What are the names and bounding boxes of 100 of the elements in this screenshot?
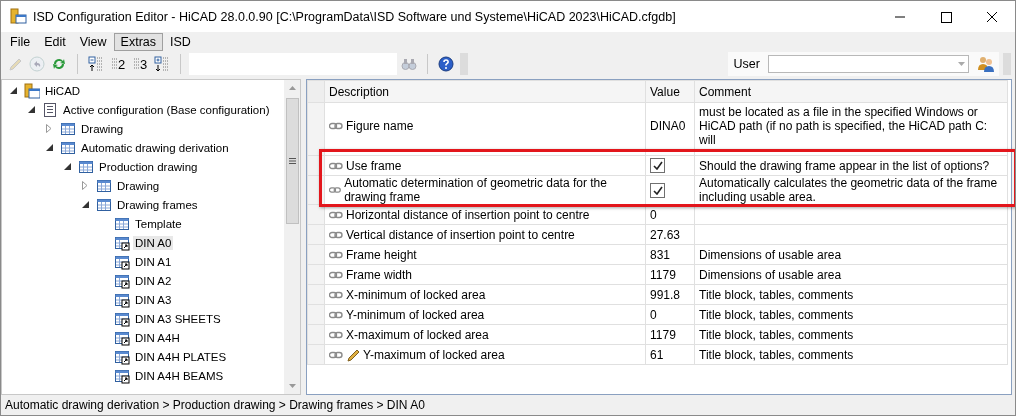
comment-text: Should the drawing frame appear in the list of options? <box>699 158 990 173</box>
property-name: Automatic determination of geometric data for the drawing frame <box>344 176 608 204</box>
checkbox[interactable] <box>650 182 665 198</box>
column-header[interactable]: Description <box>324 80 646 103</box>
expanded-arrow-icon[interactable] <box>81 201 89 208</box>
scrollbar[interactable] <box>284 80 300 394</box>
link-icon <box>329 290 343 299</box>
check-icon <box>652 185 663 195</box>
tree-item[interactable]: HiCAD <box>43 83 83 98</box>
tree-item[interactable]: DIN A3 SHEETS <box>133 311 223 326</box>
column-header[interactable]: Value <box>645 80 695 103</box>
table-shortcut-icon <box>114 329 130 346</box>
folder-table-icon <box>24 82 40 99</box>
scroll-up-icon[interactable] <box>288 86 296 90</box>
table-icon <box>60 120 76 137</box>
column-header[interactable]: Comment <box>694 80 1008 103</box>
list-icon <box>42 101 58 118</box>
table-shortcut-icon <box>114 253 130 270</box>
scroll-down-icon[interactable] <box>288 384 296 388</box>
tree-item[interactable]: DIN A2 <box>133 273 174 288</box>
grip-icon <box>288 158 296 164</box>
property-name: Y-minimum of locked area <box>346 307 485 322</box>
link-icon <box>329 230 343 239</box>
link-icon <box>329 210 343 219</box>
link-icon <box>329 161 343 170</box>
comment-text: Automatically calculates the geometric data of the frame including usable area. <box>699 176 998 204</box>
value-text[interactable]: 0 <box>650 307 657 322</box>
tree-item[interactable]: DIN A0 <box>133 235 174 250</box>
level-button[interactable]: 3 <box>130 53 150 75</box>
row-header[interactable] <box>307 102 325 156</box>
app-icon <box>10 8 27 25</box>
tree-item[interactable]: DIN A1 <box>133 254 174 269</box>
table-icon <box>96 196 112 213</box>
tree-item[interactable]: Automatic drawing derivation <box>79 140 231 155</box>
check-icon <box>652 161 663 170</box>
link-icon <box>329 270 343 279</box>
users-icon[interactable] <box>977 55 995 73</box>
tree-item[interactable]: DIN A3 <box>133 292 174 307</box>
help-icon[interactable] <box>438 56 454 72</box>
expanded-arrow-icon[interactable] <box>27 106 35 113</box>
menu-item[interactable]: View <box>72 32 114 51</box>
table-icon <box>78 158 94 175</box>
window-title: ISD Configuration Editor - HiCAD 28.0.0.90 [C:\ProgramData\ISD Software und Systeme\HiCAD 2023\HiCAD.cfgdb] <box>33 9 677 24</box>
table-icon <box>96 177 112 194</box>
comment-text: must be located as a file in the specified Windows or HiCAD path (if no path is specified, the HiCAD path C: will <box>699 105 988 147</box>
link-icon <box>329 330 343 339</box>
tree-item[interactable]: DIN A4H PLATES <box>133 349 229 364</box>
tree-item[interactable]: Drawing <box>115 178 162 193</box>
property-name: Use frame <box>346 158 402 173</box>
expand-levels-icon[interactable] <box>154 56 170 72</box>
tree-item[interactable]: Drawing frames <box>115 197 200 212</box>
comment-text: Title block, tables, comments <box>699 347 854 362</box>
menu-item[interactable]: File <box>3 32 38 51</box>
menu-item[interactable]: Edit <box>37 32 73 51</box>
property-name: Vertical distance of insertion point to centre <box>346 227 575 242</box>
expanded-arrow-icon[interactable] <box>9 87 17 94</box>
comment-text: Title block, tables, comments <box>699 307 854 322</box>
value-text[interactable]: 61 <box>650 347 664 362</box>
property-name: Y-maximum of locked area <box>363 347 505 362</box>
tree-item[interactable]: DIN A4H BEAMS <box>133 368 226 383</box>
value-text[interactable]: DINA0 <box>650 119 686 133</box>
tree-item[interactable]: Template <box>133 216 184 231</box>
property-name: X-maximum of locked area <box>346 327 489 342</box>
level-button[interactable]: 2 <box>108 53 128 75</box>
link-icon <box>329 310 343 319</box>
tree-item[interactable]: Drawing <box>79 121 126 136</box>
table-shortcut-icon <box>114 272 130 289</box>
table-shortcut-icon <box>114 348 130 365</box>
collapse-levels-icon[interactable] <box>88 56 104 72</box>
property-name: Horizontal distance of insertion point to centre <box>346 207 590 222</box>
table-icon <box>114 215 130 232</box>
level-list-icon <box>132 56 140 72</box>
tree-item[interactable]: Production drawing <box>97 159 200 174</box>
status-text: Automatic drawing derivation > Production drawing > Drawing frames > DIN A0 <box>5 398 425 412</box>
expanded-arrow-icon[interactable] <box>63 163 71 170</box>
refresh-icon[interactable] <box>51 56 67 72</box>
property-name: Figure name <box>346 119 414 133</box>
link-icon <box>329 250 343 259</box>
user-dropdown[interactable] <box>768 55 969 73</box>
expanded-arrow-icon[interactable] <box>45 144 53 151</box>
menu-item[interactable]: Extras <box>113 32 163 51</box>
menu-item[interactable]: ISD <box>163 32 198 51</box>
tree-item[interactable]: DIN A4H <box>133 330 182 345</box>
level-list-icon <box>110 56 118 72</box>
collapsed-arrow-icon[interactable] <box>82 181 88 190</box>
property-name: Frame width <box>346 267 413 282</box>
tree-item[interactable]: Active configuration (Base configuration) <box>61 102 272 117</box>
property-name: X-minimum of locked area <box>346 287 486 302</box>
table-shortcut-icon <box>114 310 130 327</box>
table-shortcut-icon <box>114 367 130 384</box>
checkbox[interactable] <box>650 158 665 173</box>
value-text[interactable]: 0 <box>650 207 657 222</box>
collapsed-arrow-icon[interactable] <box>46 124 52 133</box>
comment-text: Title block, tables, comments <box>699 287 854 302</box>
link-icon <box>329 186 342 194</box>
comment-text: Title block, tables, comments <box>699 327 854 342</box>
property-name: Frame height <box>346 247 417 262</box>
comment-text: Dimensions of usable area <box>699 267 842 282</box>
dropdown-caret-icon <box>958 62 965 66</box>
link-icon <box>329 350 343 359</box>
